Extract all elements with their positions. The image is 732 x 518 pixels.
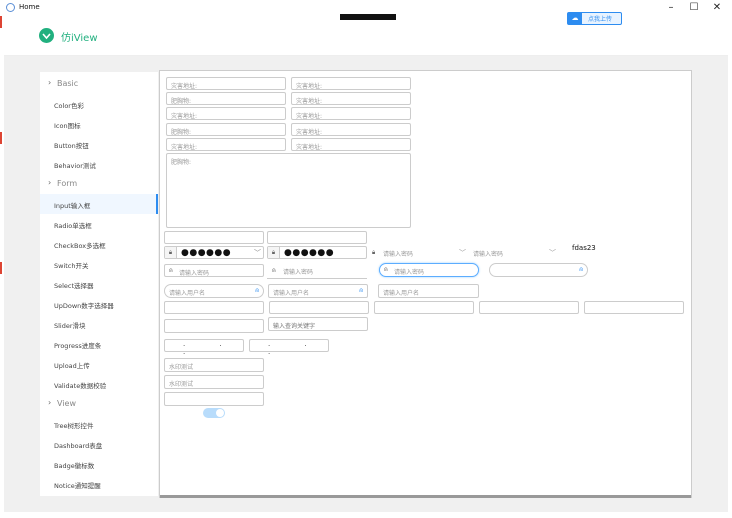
- sidebar-item-badge[interactable]: Badge徽标数: [40, 454, 158, 474]
- user-icon: ⍝: [579, 266, 583, 273]
- sidebar-item-upload[interactable]: Upload上传: [40, 354, 158, 374]
- chevron-right-icon: ›: [48, 398, 52, 407]
- close-button[interactable]: ✕: [710, 2, 724, 14]
- maximize-button[interactable]: ☐: [687, 2, 701, 14]
- username-input[interactable]: 请输入用户名: [378, 284, 479, 298]
- user-icon: ⍝: [272, 267, 276, 274]
- text-input[interactable]: [267, 231, 367, 244]
- grid-input[interactable]: 肥胸物:: [166, 92, 286, 105]
- username-input[interactable]: 请输入用户名 ⍝: [164, 284, 264, 298]
- password-placeholder[interactable]: 请输入密码: [383, 249, 413, 258]
- app-header: 仿iView ☁ 点我上传: [4, 12, 728, 56]
- sidebar-item-checkbox[interactable]: CheckBox多选框: [40, 234, 158, 254]
- cloud-upload-icon: ☁: [568, 13, 582, 24]
- chevron-right-icon: ›: [48, 78, 52, 87]
- search-input[interactable]: ⍝: [489, 263, 588, 277]
- grid-input[interactable]: 灾害地址:: [166, 77, 286, 90]
- sidebar-item-behavior[interactable]: Behavior测试: [40, 154, 158, 174]
- text-input[interactable]: [164, 319, 264, 333]
- sidebar-item-radio[interactable]: Radio单选框: [40, 214, 158, 234]
- password-placeholder[interactable]: 请输入密码: [473, 249, 503, 258]
- text-input[interactable]: [269, 301, 369, 314]
- minimize-button[interactable]: –: [664, 2, 678, 14]
- chevron-down-icon[interactable]: ﹀: [549, 248, 556, 258]
- sidebar-item-slider[interactable]: Slider滑块: [40, 314, 158, 334]
- sidebar-item-updown[interactable]: UpDown数字选择器: [40, 294, 158, 314]
- edge-marker: [0, 132, 2, 144]
- chevron-right-icon: ›: [48, 178, 52, 187]
- sidebar-item-switch[interactable]: Switch开关: [40, 254, 158, 274]
- username-input[interactable]: 请输入用户名 ⍝: [268, 284, 368, 298]
- text-input[interactable]: [479, 301, 579, 314]
- date-input[interactable]: · · ·: [164, 339, 244, 358]
- sidebar-item-button[interactable]: Button按钮: [40, 134, 158, 154]
- sidebar-item-color[interactable]: Color色彩: [40, 94, 158, 114]
- password-input[interactable]: 🔒︎ ●●●●●● ﹀: [164, 246, 264, 259]
- grid-input[interactable]: 灾害地址:: [291, 123, 411, 136]
- text-input[interactable]: [164, 231, 264, 244]
- sidebar: › Basic Color色彩 Icon图标 Button按钮 Behavior测…: [40, 72, 158, 496]
- switch-toggle[interactable]: [203, 408, 225, 418]
- logo-icon: [39, 28, 54, 43]
- keyword-search-input[interactable]: 输入查询关键字: [268, 317, 368, 331]
- textarea-field[interactable]: 肥胸物:: [166, 153, 411, 228]
- text-input[interactable]: [164, 301, 264, 314]
- grid-input[interactable]: 灾害地址:: [291, 77, 411, 90]
- app-icon: [6, 3, 15, 12]
- fdas-label: fdas23: [572, 244, 596, 252]
- upload-button[interactable]: ☁ 点我上传: [567, 12, 622, 25]
- switch-knob: [216, 409, 224, 417]
- password-input[interactable]: 🔒︎ ●●●●●●: [267, 246, 367, 259]
- password-input[interactable]: ⍝ 请输入密码: [164, 264, 264, 277]
- edge-marker: [0, 16, 2, 28]
- sidebar-item-input[interactable]: Input输入框: [40, 194, 158, 214]
- grid-input[interactable]: 灾害地址:: [166, 107, 286, 120]
- sidebar-item-dashboard[interactable]: Dashboard表盘: [40, 434, 158, 454]
- lock-icon: 🔒︎: [165, 247, 177, 258]
- logo-text: 仿iView: [61, 33, 98, 44]
- sidebar-group-basic[interactable]: › Basic: [40, 74, 158, 94]
- text-input[interactable]: [164, 392, 264, 406]
- watermark-input[interactable]: 水印测试: [164, 375, 264, 389]
- text-input[interactable]: [584, 301, 684, 314]
- horizontal-scrollbar[interactable]: [160, 495, 691, 498]
- sidebar-item-select[interactable]: Select选择器: [40, 274, 158, 294]
- sidebar-item-icon[interactable]: Icon图标: [40, 114, 158, 134]
- grid-input[interactable]: 灾害地址:: [291, 107, 411, 120]
- user-icon: ⍝: [359, 287, 363, 294]
- grid-input[interactable]: 肥胸物:: [166, 123, 286, 136]
- user-icon: ⍝: [384, 266, 388, 273]
- sidebar-group-form[interactable]: › Form: [40, 174, 158, 194]
- edge-marker: [0, 262, 2, 274]
- password-input[interactable]: ⍝ 请输入密码: [379, 263, 479, 277]
- sidebar-item-validate[interactable]: Validate数据校验: [40, 374, 158, 394]
- watermark-input[interactable]: 水印测试: [164, 358, 264, 372]
- date-input[interactable]: · · ·: [249, 339, 329, 358]
- grid-input[interactable]: 灾害地址:: [166, 138, 286, 151]
- upload-button-label: 点我上传: [588, 16, 613, 23]
- window-title: Home: [19, 3, 40, 11]
- underline: [267, 278, 367, 279]
- text-input[interactable]: [374, 301, 474, 314]
- chevron-down-icon[interactable]: ﹀: [459, 248, 466, 258]
- lock-icon: 🔒︎: [372, 249, 376, 256]
- password-placeholder[interactable]: 请输入密码: [283, 267, 313, 276]
- user-icon: ⍝: [255, 287, 259, 294]
- sidebar-group-view[interactable]: › View: [40, 394, 158, 414]
- header-bar: [340, 14, 396, 20]
- sidebar-item-notice[interactable]: Notice通知提醒: [40, 474, 158, 494]
- user-icon: ⍝: [169, 267, 173, 274]
- chevron-down-icon: ﹀: [254, 249, 261, 257]
- lock-icon: 🔒︎: [268, 247, 280, 258]
- sidebar-item-progress[interactable]: Progress进度条: [40, 334, 158, 354]
- grid-input[interactable]: 灾害地址:: [291, 138, 411, 151]
- sidebar-item-tree[interactable]: Tree树形控件: [40, 414, 158, 434]
- grid-input[interactable]: 灾害地址:: [291, 92, 411, 105]
